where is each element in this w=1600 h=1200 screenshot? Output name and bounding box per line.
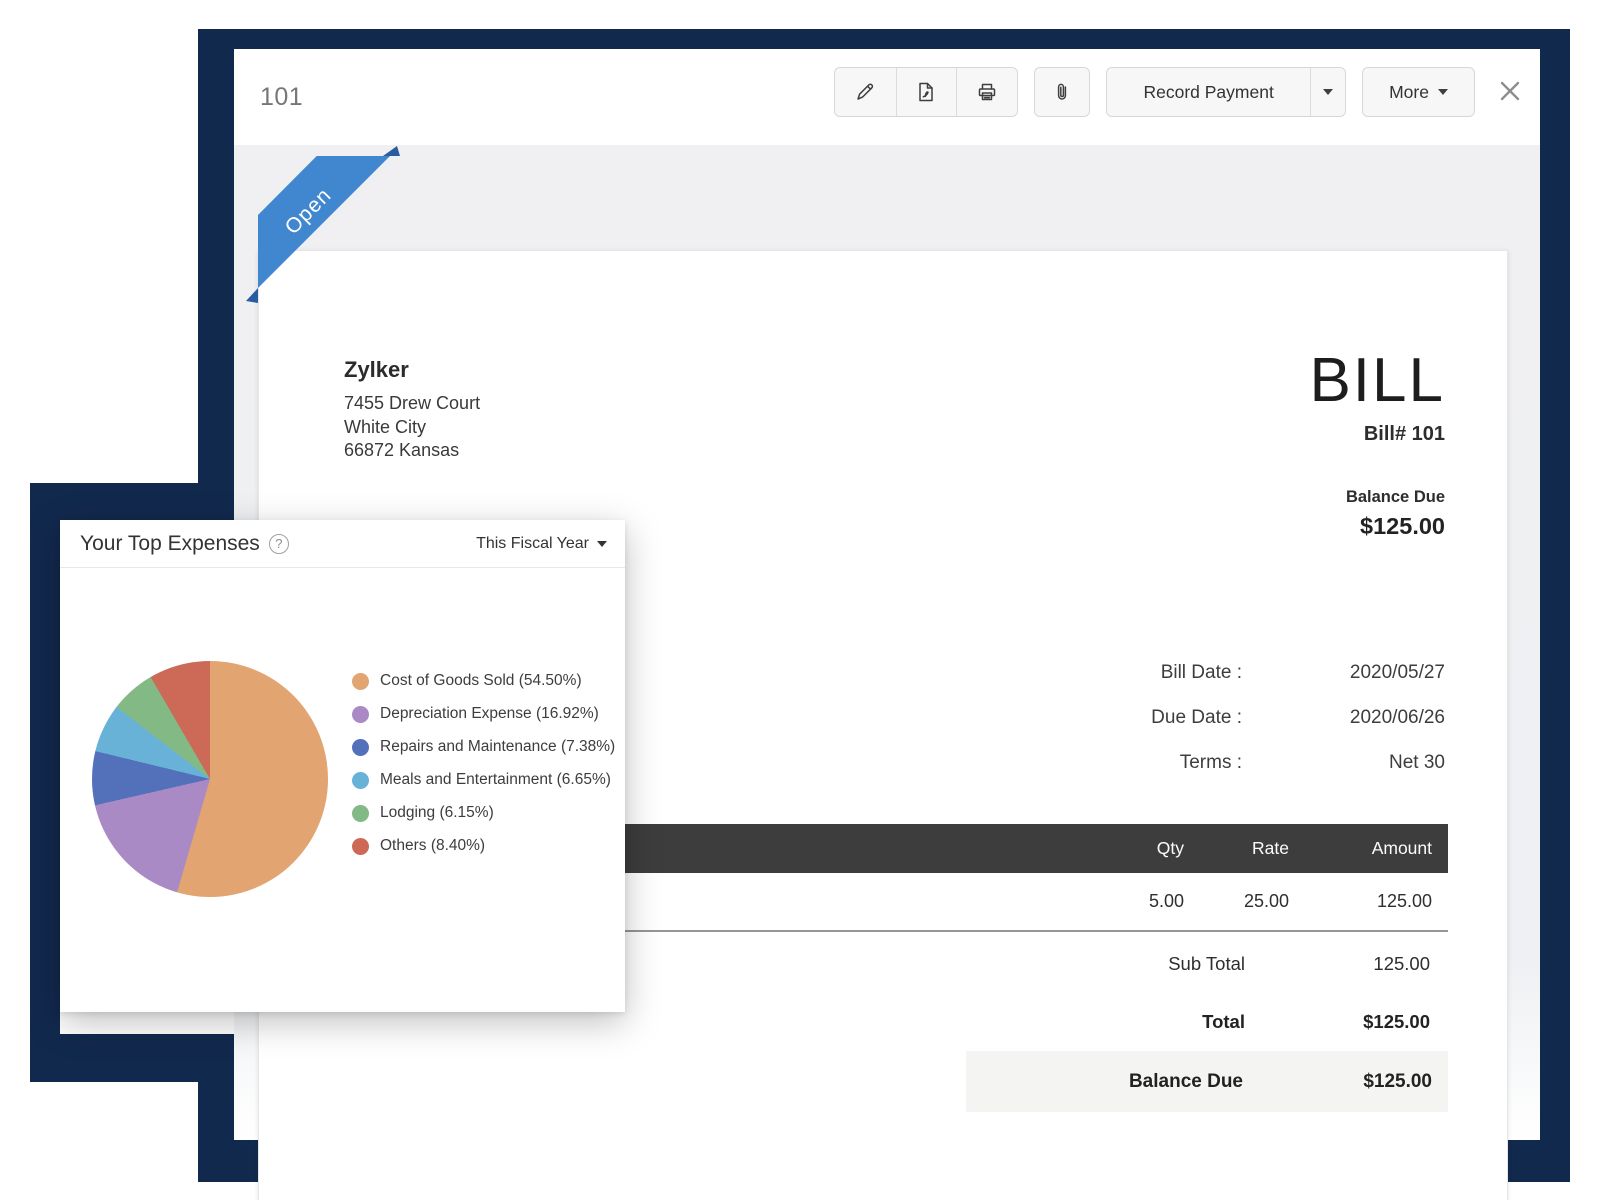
- bill-number: Bill# 101: [1309, 423, 1445, 446]
- balance-due-row-label: Balance Due: [1129, 1071, 1243, 1093]
- legend-swatch: [352, 706, 369, 723]
- action-button-group: [834, 67, 1018, 117]
- attachments-button[interactable]: [1034, 67, 1090, 117]
- legend-label: Cost of Goods Sold (54.50%): [380, 672, 582, 690]
- rate-column-header: Rate: [1184, 838, 1289, 859]
- terms-value: Net 30: [1389, 752, 1445, 774]
- legend-label: Repairs and Maintenance (7.38%): [380, 738, 615, 756]
- balance-due-amount: $125.00: [1309, 513, 1445, 540]
- vendor-address-line: White City: [344, 416, 480, 440]
- amount-column-header: Amount: [1289, 838, 1432, 859]
- print-button[interactable]: [956, 68, 1017, 116]
- printer-icon: [975, 80, 999, 104]
- bill-date-value: 2020/05/27: [1350, 662, 1445, 684]
- total-label: Total: [1202, 1011, 1245, 1033]
- document-number: 101: [260, 49, 303, 145]
- chevron-down-icon: [1323, 89, 1333, 95]
- pdf-file-icon: [914, 80, 938, 104]
- total-row: Total $125.00: [259, 1011, 1507, 1037]
- marketing-composition: 101: [0, 0, 1600, 1200]
- balance-due-row: Balance Due $125.00: [966, 1051, 1448, 1112]
- pencil-icon: [853, 80, 877, 104]
- amount-cell: 125.00: [1289, 891, 1432, 912]
- due-date-label: Due Date :: [1151, 707, 1242, 729]
- vendor-name: Zylker: [344, 357, 480, 383]
- total-value: $125.00: [1363, 1011, 1430, 1033]
- legend-swatch: [352, 805, 369, 822]
- chevron-down-icon: [1438, 89, 1448, 95]
- more-button[interactable]: More: [1362, 67, 1475, 117]
- legend-swatch: [352, 739, 369, 756]
- edit-button[interactable]: [835, 68, 896, 116]
- legend-swatch: [352, 838, 369, 855]
- legend-label: Depreciation Expense (16.92%): [380, 705, 599, 723]
- legend-item: Meals and Entertainment (6.65%): [352, 771, 615, 789]
- period-dropdown[interactable]: This Fiscal Year: [476, 520, 607, 568]
- expenses-pie-chart[interactable]: [92, 661, 328, 897]
- vendor-address-block: Zylker 7455 Drew Court White City 66872 …: [344, 357, 480, 463]
- record-payment-button[interactable]: Record Payment: [1107, 68, 1310, 116]
- chevron-down-icon: [597, 541, 607, 547]
- close-icon: [1497, 78, 1523, 104]
- document-type-title: BILL: [1309, 347, 1445, 415]
- period-dropdown-label: This Fiscal Year: [476, 535, 589, 553]
- close-button[interactable]: [1490, 71, 1530, 111]
- help-icon[interactable]: ?: [269, 534, 289, 554]
- legend-item: Repairs and Maintenance (7.38%): [352, 738, 615, 756]
- legend-item: Lodging (6.15%): [352, 804, 615, 822]
- rate-cell: 25.00: [1184, 891, 1289, 912]
- due-date-value: 2020/06/26: [1350, 707, 1445, 729]
- legend-item: Others (8.40%): [352, 837, 615, 855]
- record-payment-dropdown[interactable]: [1310, 68, 1345, 116]
- more-button-label: More: [1389, 82, 1429, 103]
- legend-label: Others (8.40%): [380, 837, 485, 855]
- toolbar: 101: [234, 49, 1540, 145]
- legend-item: Depreciation Expense (16.92%): [352, 705, 615, 723]
- bill-heading-block: BILL Bill# 101 Balance Due $125.00: [1309, 347, 1445, 540]
- qty-column-header: Qty: [1084, 838, 1184, 859]
- qty-cell: 5.00: [1084, 891, 1184, 912]
- legend-label: Lodging (6.15%): [380, 804, 494, 822]
- vendor-address-line: 66872 Kansas: [344, 439, 480, 463]
- legend-swatch: [352, 673, 369, 690]
- top-expenses-title: Your Top Expenses: [80, 532, 260, 556]
- terms-label: Terms :: [1180, 752, 1242, 774]
- vendor-address-line: 7455 Drew Court: [344, 392, 480, 416]
- record-payment-split-button: Record Payment: [1106, 67, 1346, 117]
- subtotal-label: Sub Total: [1168, 953, 1245, 975]
- export-pdf-button[interactable]: [896, 68, 957, 116]
- expenses-legend: Cost of Goods Sold (54.50%) Depreciation …: [352, 672, 615, 870]
- bill-date-label: Bill Date :: [1161, 662, 1242, 684]
- balance-due-label: Balance Due: [1309, 488, 1445, 507]
- subtotal-value: 125.00: [1373, 953, 1430, 975]
- legend-item: Cost of Goods Sold (54.50%): [352, 672, 615, 690]
- paperclip-icon: [1050, 80, 1074, 104]
- legend-swatch: [352, 772, 369, 789]
- balance-due-row-value: $125.00: [1363, 1071, 1432, 1093]
- legend-label: Meals and Entertainment (6.65%): [380, 771, 611, 789]
- top-expenses-header: Your Top Expenses ? This Fiscal Year: [60, 520, 625, 568]
- top-expenses-card: Your Top Expenses ? This Fiscal Year Cos…: [60, 520, 625, 1012]
